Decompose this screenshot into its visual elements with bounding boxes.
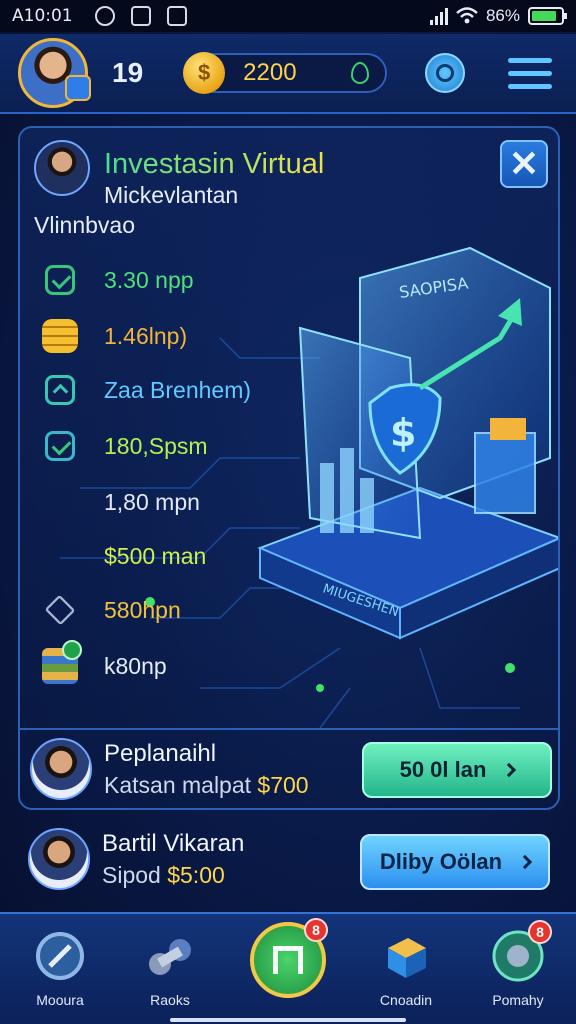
check-icon xyxy=(45,431,75,461)
offer-avatar xyxy=(28,828,90,890)
clock-button[interactable] xyxy=(425,53,466,93)
coin-amount: 2200 xyxy=(243,59,297,86)
home-indicator xyxy=(170,1018,406,1022)
nav-item-missions[interactable]: Mooura xyxy=(10,928,110,1018)
offer-amount: $5:00 xyxy=(167,862,225,888)
battery-percent: 86% xyxy=(485,6,520,25)
nav-label: Pomahy xyxy=(492,992,544,1008)
wifi-icon xyxy=(456,7,478,24)
offer-2-button[interactable]: Dliby Oölan xyxy=(360,834,550,890)
coins-icon xyxy=(42,319,78,353)
card-subtitle: Mickevlantan xyxy=(104,182,239,208)
stat-item: 580hpn xyxy=(42,590,181,630)
nav-item-rocks[interactable]: Raoks xyxy=(120,928,220,1018)
house-icon xyxy=(44,594,76,626)
stat-value: $500 man xyxy=(104,542,207,569)
battery-icon xyxy=(528,7,567,25)
signal-icon xyxy=(429,7,448,25)
stat-value: 3.30 npp xyxy=(104,266,194,293)
status-bar: A10:01 86% xyxy=(0,0,576,32)
avatar-badge-icon xyxy=(65,75,91,101)
compass-icon xyxy=(32,928,88,984)
nav-label: Raoks xyxy=(150,992,190,1008)
offer-1-button-label: 50 0l lan xyxy=(399,757,487,782)
nav-item-company[interactable]: 8 Pomahy xyxy=(468,920,568,1018)
status-time: A10:01 xyxy=(12,6,73,26)
gear-icon: 8 xyxy=(490,920,552,984)
nav-label: Mooura xyxy=(36,992,84,1008)
stat-value: 1.46lnp) xyxy=(104,322,188,349)
investment-illustration: MIUGESHEN SAOPISA $ xyxy=(257,246,558,640)
close-button[interactable]: ✕ xyxy=(500,140,548,188)
tools-icon xyxy=(142,928,198,984)
download-icon xyxy=(166,6,187,26)
notification-badge: 8 xyxy=(304,918,328,942)
books-icon xyxy=(42,640,82,684)
top-header: 19 $ 2200 xyxy=(0,34,576,114)
stat-value: Zaa Brenhem) xyxy=(104,376,252,403)
message-icon xyxy=(130,6,151,26)
offer-row-1: Peplanaihl Katsan malpat $700 xyxy=(30,738,309,800)
coin-balance[interactable]: $ 2200 xyxy=(183,52,388,94)
nav-item-coordination[interactable]: Cnoadin xyxy=(356,928,456,1018)
offer-subtitle: Katsan malpat $700 xyxy=(104,772,309,799)
svg-text:$: $ xyxy=(390,411,416,455)
clock-icon xyxy=(436,64,455,82)
offer-amount: $700 xyxy=(257,772,309,798)
circle-icon xyxy=(94,6,115,26)
menu-button[interactable] xyxy=(508,57,552,89)
chevron-up-icon xyxy=(45,375,75,405)
offer-2-button-label: Dliby Oölan xyxy=(379,849,503,874)
gem-icon xyxy=(351,62,370,84)
card-subtitle-2: Vlinnbvao xyxy=(34,212,136,238)
stat-value: k80np xyxy=(104,652,167,679)
offer-subtitle: Sipod $5:00 xyxy=(102,862,225,889)
card-title: Investasin Virtual xyxy=(104,148,325,180)
chevron-right-icon xyxy=(502,762,517,778)
offer-avatar xyxy=(30,738,92,800)
home-button[interactable]: 8 xyxy=(250,918,328,998)
player-level: 19 xyxy=(112,57,144,88)
offer-subtitle-text: Sipod xyxy=(102,862,161,888)
bottom-nav: Mooura Raoks 8 Cnoadin 8 Pomahy xyxy=(0,912,576,1024)
offer-title: Peplanaihl xyxy=(104,740,217,767)
home-icon xyxy=(273,946,303,974)
check-icon xyxy=(45,265,75,295)
stat-item: 3.30 npp xyxy=(42,260,194,300)
player-avatar[interactable] xyxy=(18,38,91,108)
stat-value: 580hpn xyxy=(104,596,181,623)
offer-title: Bartil Vikaran xyxy=(102,830,245,857)
stat-value: 1,80 mpn xyxy=(104,488,200,515)
coin-icon: $ xyxy=(183,52,226,94)
stat-item: k80np xyxy=(42,640,167,686)
investment-card: Investasin Virtual Mickevlantan Vlinnbva… xyxy=(18,126,560,810)
notification-badge: 8 xyxy=(528,920,552,944)
stat-value: 180,Spsm xyxy=(104,432,208,459)
nav-label: Cnoadin xyxy=(379,992,433,1008)
offer-row-2: Bartil Vikaran Sipod $5:00 xyxy=(28,828,244,890)
stat-item: 1.46lnp) xyxy=(42,316,187,356)
offer-subtitle-text: Katsan malpat xyxy=(104,772,252,798)
box-icon xyxy=(378,928,434,984)
advisor-avatar xyxy=(34,140,90,196)
chevron-right-icon xyxy=(518,854,533,870)
stat-item: 180,Spsm xyxy=(42,426,208,466)
divider xyxy=(20,728,558,730)
stat-item: Zaa Brenhem) xyxy=(42,370,251,410)
offer-1-button[interactable]: 50 0l lan xyxy=(362,742,552,798)
